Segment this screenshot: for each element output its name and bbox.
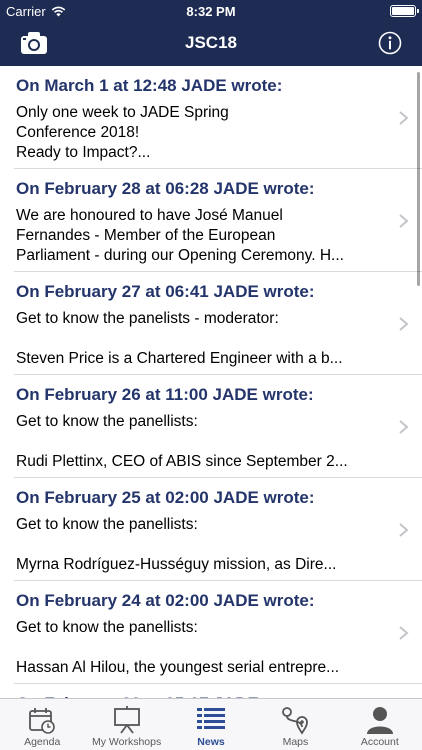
chevron-right-icon (399, 317, 409, 331)
page-title: JSC18 (185, 33, 237, 52)
tab-label: Account (360, 736, 399, 748)
news-item[interactable]: On February 28 at 06:28 JADE wrote: We ar… (14, 169, 422, 272)
news-list-icon (197, 708, 226, 729)
news-item-preview: Get to know the panellists: Hassan Al Hi… (16, 619, 340, 676)
news-item-header: On February 25 at 02:00 JADE wrote: (16, 488, 315, 507)
chevron-right-icon (399, 111, 409, 125)
chevron-right-icon (399, 626, 409, 640)
news-item-preview: Get to know the panellists: Myrna Rodríg… (16, 516, 337, 573)
tab-my-workshops[interactable]: My Workshops (84, 699, 168, 750)
news-item-header: On February 26 at 11:00 JADE wrote: (16, 385, 314, 404)
news-item-preview: Only one week to JADE Spring Conference … (16, 104, 229, 161)
tab-news[interactable]: News (169, 699, 253, 750)
calendar-icon (29, 708, 56, 734)
news-item[interactable]: On February 23 at 05:07 JADE wrote: (14, 684, 422, 698)
news-item[interactable]: On February 25 at 02:00 JADE wrote: Get t… (14, 478, 422, 581)
tab-label: News (197, 736, 225, 748)
tab-agenda[interactable]: Agenda (0, 699, 84, 750)
scrollbar[interactable] (417, 72, 420, 286)
tab-account[interactable]: Account (338, 699, 422, 750)
tab-label: Agenda (24, 736, 61, 748)
news-item[interactable]: On February 27 at 06:41 JADE wrote: Get t… (14, 272, 422, 375)
chevron-right-icon (399, 523, 409, 537)
news-item-preview: Get to know the panelists - moderator: S… (16, 310, 343, 367)
person-icon (366, 707, 393, 734)
news-item-header: On February 27 at 06:41 JADE wrote: (16, 282, 315, 301)
app-header: Carrier 8:32 PM JSC18 (0, 0, 422, 66)
tab-label: My Workshops (91, 736, 162, 748)
news-item-header: On February 24 at 02:00 JADE wrote: (16, 591, 315, 610)
news-item[interactable]: On March 1 at 12:48 JADE wrote: Only one … (14, 66, 422, 169)
news-item-preview: Get to know the panellists: Rudi Plettin… (16, 413, 348, 470)
news-feed[interactable]: On March 1 at 12:48 JADE wrote: Only one … (0, 66, 422, 698)
news-item-preview: We are honoured to have José Manuel Fern… (16, 207, 344, 264)
status-bar: Carrier 8:32 PM (0, 0, 422, 22)
news-item-header: On March 1 at 12:48 JADE wrote: (16, 76, 283, 95)
status-time: 8:32 PM (186, 4, 236, 19)
info-icon[interactable] (378, 30, 402, 56)
news-item[interactable]: On February 26 at 11:00 JADE wrote: Get t… (14, 375, 422, 478)
presentation-board-icon (113, 706, 140, 734)
news-item[interactable]: On February 24 at 02:00 JADE wrote: Get t… (14, 581, 422, 684)
battery-icon (390, 5, 419, 17)
chevron-right-icon (399, 420, 409, 434)
tab-maps[interactable]: Maps (253, 699, 337, 750)
chevron-right-icon (399, 214, 409, 228)
map-route-icon (282, 707, 309, 735)
news-item-header: On February 28 at 06:28 JADE wrote: (16, 179, 315, 198)
tab-bar: Agenda My Workshops News Maps Account (0, 698, 422, 750)
tab-label: Maps (282, 736, 309, 748)
navigation-bar: JSC18 (0, 22, 422, 66)
